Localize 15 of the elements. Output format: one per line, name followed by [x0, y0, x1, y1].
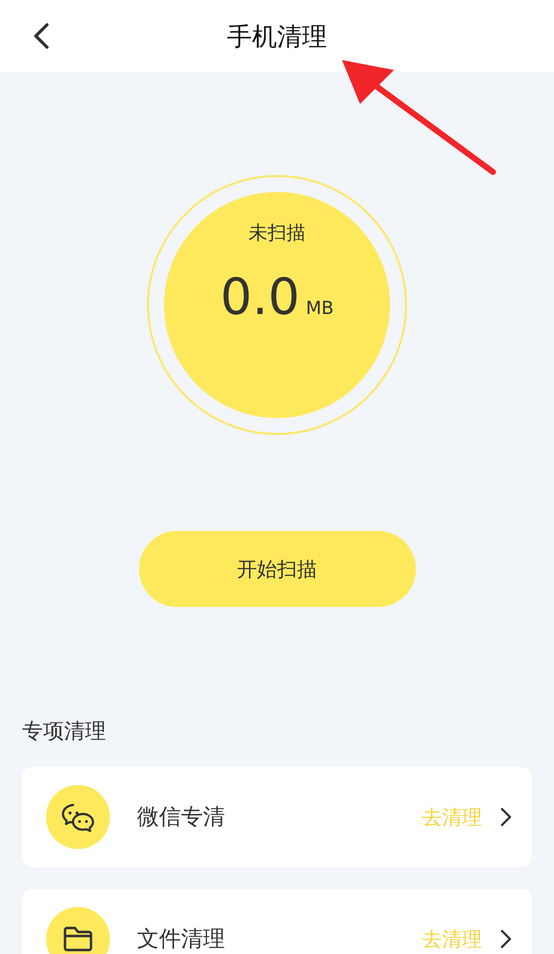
page-title: 手机清理: [226, 20, 328, 52]
back-icon: [32, 22, 50, 50]
folder-icon: [62, 925, 94, 953]
section-title: 专项清理: [22, 718, 107, 745]
size-unit: MB: [306, 298, 334, 319]
item-name: 文件清理: [137, 926, 226, 954]
item-name: 微信专清: [137, 804, 226, 832]
scan-size: 0.0: [220, 268, 300, 326]
clean-item-card[interactable]: 文件清理 去清理: [22, 889, 532, 954]
chevron-right-icon: [500, 929, 512, 949]
chat-icon: [61, 802, 95, 832]
scan-button[interactable]: 开始扫描: [138, 531, 416, 607]
scan-status: 未扫描: [248, 221, 306, 246]
clean-item-card[interactable]: 微信专清 去清理: [22, 767, 532, 867]
chevron-right-icon: [500, 807, 512, 827]
